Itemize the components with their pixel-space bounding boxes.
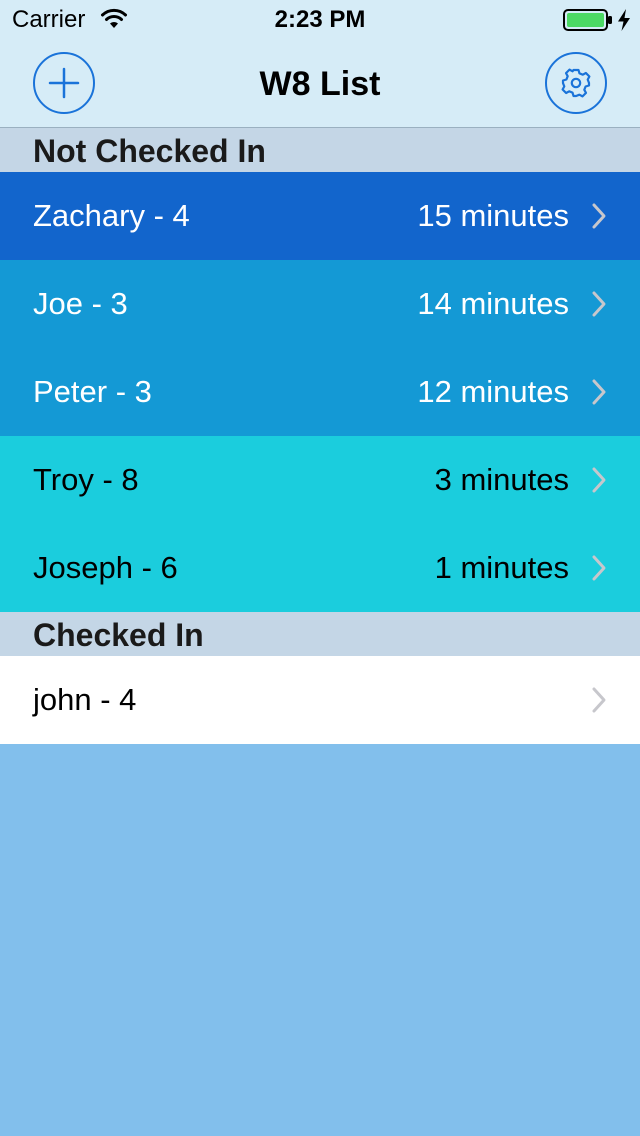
wait-time-label: 15 minutes (417, 198, 569, 233)
chevron-right-icon (590, 378, 608, 406)
wait-time-label: 14 minutes (417, 286, 569, 321)
chevron-right-icon (590, 686, 608, 714)
charging-bolt-icon (617, 9, 631, 31)
party-name-label: Troy - 8 (33, 462, 139, 497)
list-item[interactable]: john - 4 (0, 656, 640, 744)
chevron-right-icon (590, 466, 608, 494)
status-bar: Carrier 2:23 PM (0, 0, 640, 40)
party-name-label: Joe - 3 (33, 286, 128, 321)
page-title: W8 List (259, 65, 381, 103)
section-header-checked-in: Checked In (0, 612, 640, 656)
section-header-not-checked-in: Not Checked In (0, 128, 640, 172)
status-time: 2:23 PM (274, 6, 366, 33)
list-item[interactable]: Zachary - 4 15 minutes (0, 172, 640, 260)
list-item[interactable]: Troy - 8 3 minutes (0, 436, 640, 524)
list-item[interactable]: Joe - 3 14 minutes (0, 260, 640, 348)
chevron-right-icon (590, 290, 608, 318)
party-name-label: john - 4 (33, 682, 137, 717)
wait-time-label: 12 minutes (417, 374, 569, 409)
chevron-right-icon (590, 554, 608, 582)
chevron-right-icon (590, 202, 608, 230)
list-item[interactable]: Peter - 3 12 minutes (0, 348, 640, 436)
wait-time-label: 1 minutes (434, 550, 569, 585)
party-name-label: Joseph - 6 (33, 550, 178, 585)
settings-button[interactable] (545, 52, 607, 114)
navigation-bar: Carrier 2:23 PM W8 List (0, 0, 640, 128)
wait-time-label: 3 minutes (434, 462, 569, 497)
party-name-label: Zachary - 4 (33, 198, 190, 233)
battery-icon (563, 9, 613, 31)
party-name-label: Peter - 3 (33, 374, 152, 409)
list-item[interactable]: Joseph - 6 1 minutes (0, 524, 640, 612)
